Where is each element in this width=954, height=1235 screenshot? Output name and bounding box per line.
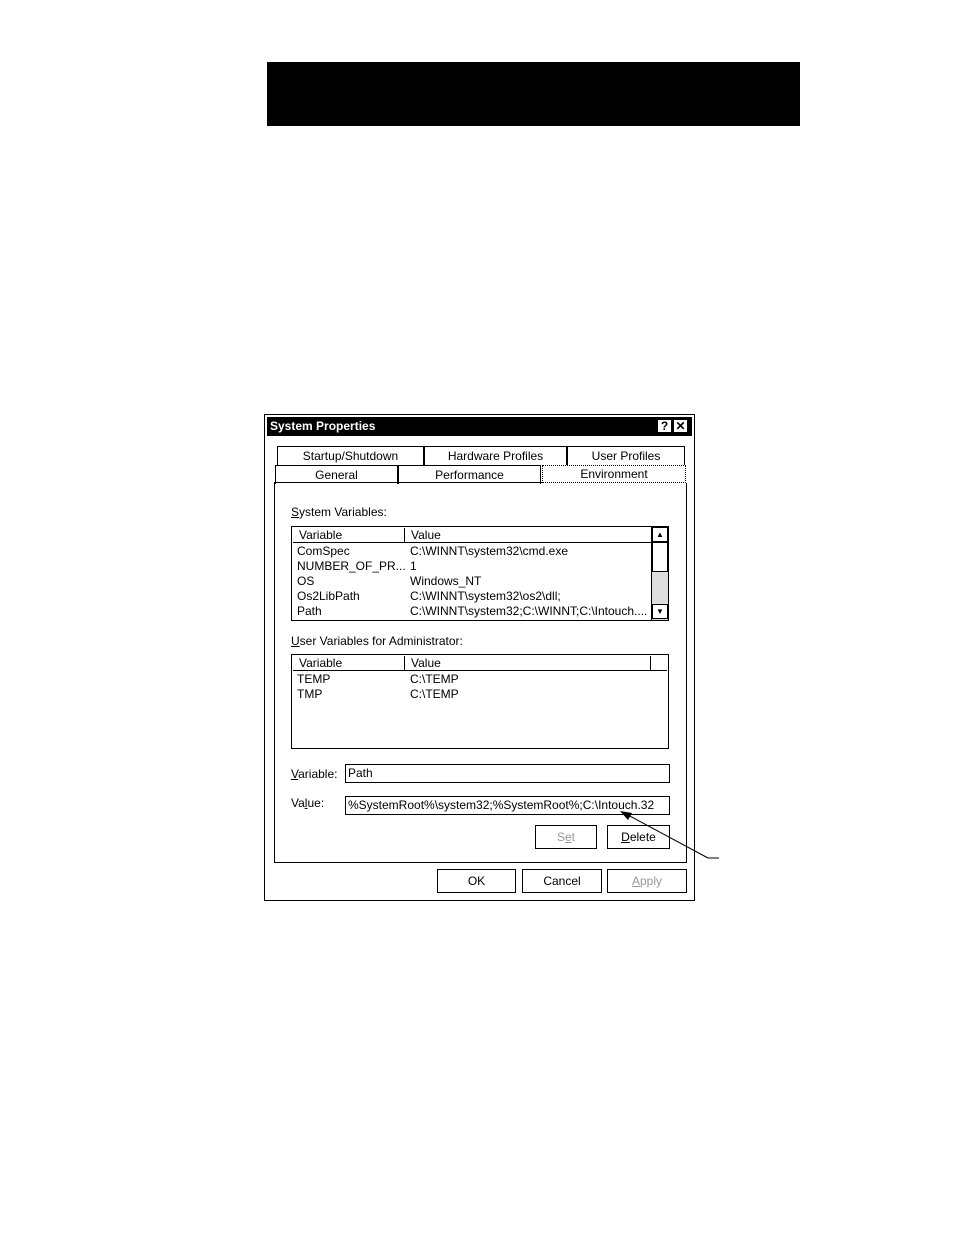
value-input[interactable]: %SystemRoot%\system32;%SystemRoot%;C:\In… [345, 796, 670, 815]
dialog-title: System Properties [270, 419, 376, 433]
column-header-variable[interactable]: Variable [293, 528, 405, 542]
row-value: 1 [410, 559, 417, 573]
list-header: Variable Value [293, 528, 651, 543]
close-icon: ✕ [675, 419, 686, 433]
tab-label: Hardware Profiles [447, 449, 544, 463]
row-value: C:\TEMP [410, 672, 459, 686]
row-value: C:\WINNT\system32;C:\WINNT;C:\Intouch...… [410, 604, 648, 618]
row-variable: Os2LibPath [297, 589, 360, 603]
column-header-value[interactable]: Value [405, 528, 651, 542]
delete-button[interactable]: Delete [607, 825, 670, 849]
system-variables-list[interactable]: Variable Value ComSpec C:\WINNT\system32… [291, 526, 669, 621]
row-value: C:\TEMP [410, 687, 459, 701]
tab-startup-shutdown[interactable]: Startup/Shutdown [277, 446, 424, 465]
tab-environment[interactable]: Environment [542, 465, 686, 483]
up-arrow-icon: ▲ [656, 530, 664, 539]
row-variable: TMP [297, 687, 323, 701]
system-properties-dialog: System Properties ? ✕ Startup/Shutdown H… [264, 414, 695, 901]
tab-label: Performance [435, 468, 504, 482]
tab-label: User Profiles [591, 449, 661, 463]
user-variables-list[interactable]: Variable Value TEMP C:\TEMP TMP C:\TEMP [291, 654, 669, 749]
cancel-button[interactable]: Cancel [522, 869, 602, 893]
close-button[interactable]: ✕ [673, 419, 688, 433]
system-variables-label: System Variables: [291, 505, 387, 519]
row-value: C:\WINNT\system32\os2\dll; [410, 589, 561, 603]
column-header-variable[interactable]: Variable [293, 656, 405, 670]
row-variable: Path [297, 604, 322, 618]
user-variables-label: User Variables for Administrator: [291, 634, 463, 648]
set-button[interactable]: Set [535, 825, 597, 849]
dialog-titlebar[interactable]: System Properties ? ✕ [267, 417, 692, 436]
row-variable: OS [297, 574, 315, 588]
tab-user-profiles[interactable]: User Profiles [567, 446, 685, 465]
apply-button[interactable]: Apply [607, 869, 687, 893]
help-icon: ? [660, 419, 669, 433]
list-header: Variable Value [293, 656, 667, 671]
page-header-bar [267, 62, 800, 126]
value-label: Value: [291, 796, 325, 810]
tab-label: Startup/Shutdown [302, 449, 399, 463]
row-value: Windows_NT [410, 574, 482, 588]
row-variable: ComSpec [297, 544, 350, 558]
tab-hardware-profiles[interactable]: Hardware Profiles [424, 446, 567, 465]
down-arrow-icon: ▼ [656, 607, 664, 616]
variable-label: Variable: [291, 767, 338, 781]
variable-input[interactable]: Path [345, 764, 670, 783]
row-variable: TEMP [297, 672, 331, 686]
tab-label: Environment [580, 467, 648, 481]
tab-label: General [315, 468, 358, 482]
scroll-up-button[interactable]: ▲ [652, 527, 668, 542]
scroll-thumb[interactable] [652, 542, 668, 572]
column-header-value[interactable]: Value [405, 656, 651, 670]
row-variable: NUMBER_OF_PR... [297, 559, 406, 573]
help-button[interactable]: ? [657, 419, 672, 433]
row-value: C:\WINNT\system32\cmd.exe [410, 544, 569, 558]
ok-button[interactable]: OK [437, 869, 516, 893]
scroll-down-button[interactable]: ▼ [652, 604, 668, 619]
vertical-scrollbar[interactable]: ▲ ▼ [651, 527, 668, 620]
